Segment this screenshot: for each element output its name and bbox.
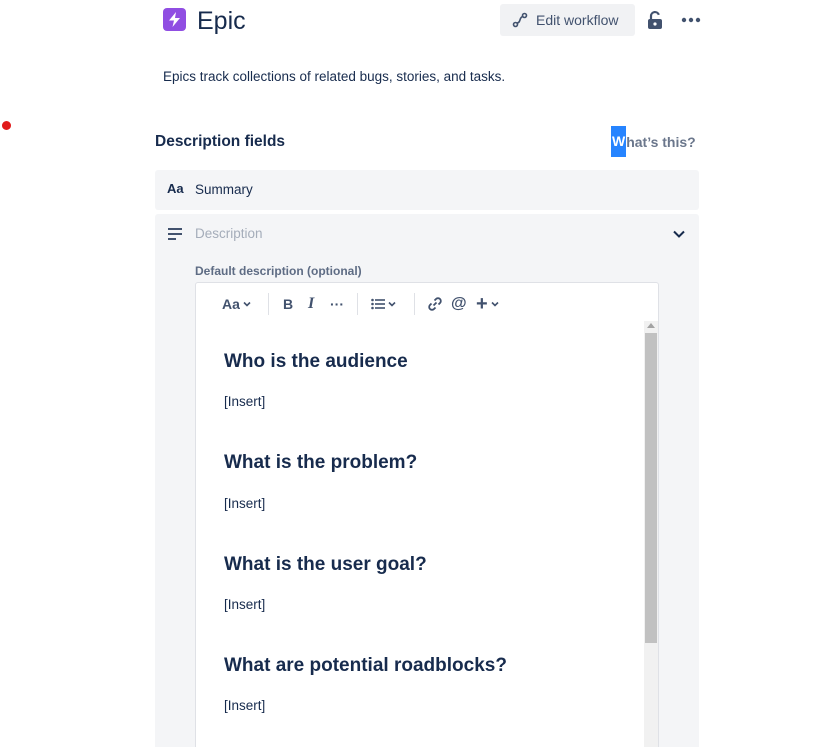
editor-heading: What are potential roadblocks? [224, 655, 507, 676]
italic-icon: I [308, 295, 315, 312]
chevron-down-icon [388, 301, 396, 307]
whats-this-link[interactable]: What’s this? [611, 126, 696, 157]
red-dot-indicator [2, 121, 11, 130]
toolbar-separator [268, 293, 269, 315]
plus-icon: + [476, 292, 488, 315]
chevron-down-icon [243, 301, 251, 307]
editor-paragraph: [Insert] [224, 496, 266, 511]
scroll-up-arrow-icon[interactable] [647, 323, 655, 328]
editor-heading: What is the problem? [224, 452, 418, 473]
default-description-label: Default description (optional) [195, 264, 362, 278]
editor-paragraph: [Insert] [224, 698, 266, 713]
scrollbar-thumb[interactable] [645, 333, 657, 643]
editor-heading: What is the user goal? [224, 554, 427, 575]
italic-button[interactable]: I [308, 293, 314, 315]
mention-icon: @ [451, 295, 467, 312]
list-dropdown[interactable] [371, 293, 397, 315]
page-subtitle: Epics track collections of related bugs,… [163, 69, 506, 84]
more-options-button[interactable] [678, 8, 704, 32]
text-style-dropdown[interactable]: Aa [222, 293, 252, 315]
link-icon [428, 297, 442, 311]
bold-button[interactable]: B [283, 293, 293, 315]
description-placeholder: Description [195, 226, 263, 241]
chevron-down-icon[interactable] [671, 226, 687, 242]
epic-lightning-icon [163, 8, 186, 31]
description-field-row: Description Default description (optiona… [155, 214, 699, 747]
description-editor[interactable]: Aa B I ··· @ + Who is the audience [Inse… [195, 282, 659, 747]
editor-paragraph: [Insert] [224, 597, 266, 612]
workflow-icon [512, 12, 528, 28]
page-title: Epic [197, 7, 246, 35]
unlock-icon [648, 10, 662, 29]
bold-icon: B [283, 296, 294, 312]
whats-this-text: hat’s this? [626, 133, 696, 150]
more-icon [681, 17, 701, 23]
unlock-button[interactable] [643, 7, 667, 33]
bullet-list-icon [371, 298, 385, 310]
editor-scrollbar[interactable] [644, 321, 658, 747]
edit-workflow-label: Edit workflow [536, 12, 619, 28]
editor-content[interactable]: Who is the audience [Insert] What is the… [196, 323, 642, 747]
link-button[interactable] [427, 293, 443, 315]
insert-dropdown[interactable]: + [476, 293, 500, 315]
editor-toolbar: Aa B I ··· @ + [196, 283, 658, 323]
edit-workflow-button[interactable]: Edit workflow [500, 4, 635, 36]
more-formatting-icon: ··· [330, 296, 344, 312]
more-formatting-button[interactable]: ··· [330, 293, 344, 315]
text-style-label: Aa [222, 296, 240, 312]
chevron-down-icon [491, 301, 499, 307]
description-fields-heading: Description fields [155, 133, 286, 150]
summary-label: Summary [195, 182, 253, 197]
toolbar-separator [357, 293, 358, 315]
toolbar-separator [414, 293, 415, 315]
editor-heading: Who is the audience [224, 351, 408, 372]
text-field-icon: Aa [167, 181, 184, 196]
paragraph-icon [168, 228, 182, 240]
summary-field-row[interactable]: Aa Summary [155, 170, 699, 210]
editor-paragraph: [Insert] [224, 394, 266, 409]
mention-button[interactable]: @ [451, 293, 467, 315]
selected-text: W [611, 126, 627, 157]
